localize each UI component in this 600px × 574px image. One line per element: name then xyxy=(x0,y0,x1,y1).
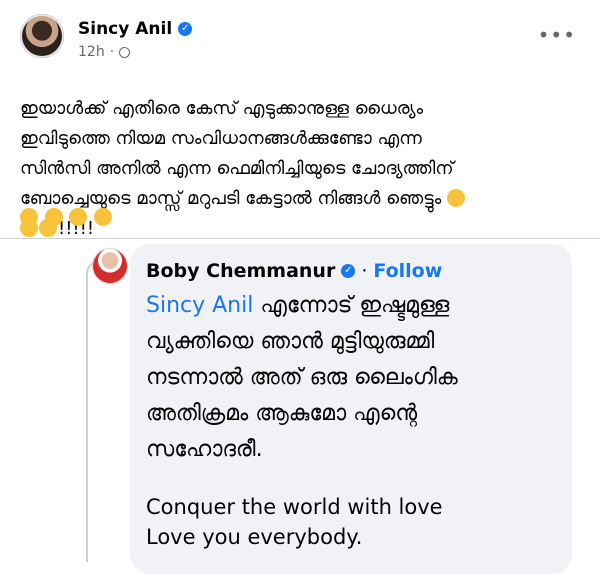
post-line: ഇവിടുത്തെ നിയമ സംവിധാനങ്ങൾക്കുണ്ടോ എന്ന xyxy=(20,128,422,149)
more-options-icon[interactable]: ••• xyxy=(538,25,576,45)
mention-link[interactable]: Sincy Anil xyxy=(146,293,253,318)
post-line: ബോച്ചെയുടെ മാസ്സ് മറുപടി കേട്ടാൽ നിങ്ങൾ … xyxy=(20,188,442,209)
embed-line: വ്യക്തിയെ ഞാൻ മുട്ടിയുരുമ്മി xyxy=(146,329,435,354)
post-line: സിൻസി അനിൽ എന്ന ഫെമിനിച്ചിയുടെ ചോദ്യത്തി… xyxy=(20,158,454,179)
verified-badge-icon: ✓ xyxy=(341,264,356,278)
embed-line: സഹോദരീ. xyxy=(146,437,263,462)
author-avatar[interactable] xyxy=(20,14,64,58)
embed-author-avatar[interactable] xyxy=(92,248,128,284)
relieved-emoji-icon xyxy=(69,208,88,226)
embed-line: നടന്നാൽ അത് ഒരു ലൈംഗിക xyxy=(146,365,458,390)
post-line: ഇയാൾക്ക് എതിരെ കേസ് എടുക്കാനുള്ള ധൈര്യം xyxy=(20,98,424,119)
follow-button[interactable]: Follow xyxy=(373,260,442,282)
verified-badge-icon: ✓ xyxy=(178,22,193,36)
globe-icon xyxy=(119,46,131,58)
thread-connector xyxy=(86,260,102,562)
flushed-emoji-icon xyxy=(447,189,466,207)
relieved-emoji-icon xyxy=(94,208,113,226)
post-time[interactable]: 12h xyxy=(78,44,105,60)
separator: · xyxy=(361,260,368,282)
relieved-emoji-icon xyxy=(44,208,63,226)
post-header: Sincy Anil ✓ 12h · ••• xyxy=(0,0,600,70)
embed-english-line: Love you everybody. xyxy=(146,525,363,549)
embed-english-line: Conquer the world with love xyxy=(146,495,443,519)
post-meta: 12h · xyxy=(78,44,131,60)
embed-header: Boby Chemmanur ✓ · Follow xyxy=(146,260,442,282)
author-row: Sincy Anil ✓ xyxy=(78,19,193,39)
embed-line: അതിക്രമം ആകുമോ എന്റെ xyxy=(146,401,418,426)
relieved-emoji-icon xyxy=(20,208,38,226)
embed-text: Sincy Anil എന്നോട് ഇഷ്ടമുള്ള വ്യക്തിയെ ഞ… xyxy=(146,288,556,468)
divider xyxy=(0,238,600,239)
embed-english-text: Conquer the world with love Love you eve… xyxy=(146,492,556,552)
emoji-row xyxy=(20,207,113,228)
embed-line: Sincy Anil എന്നോട് ഇഷ്ടമുള്ള xyxy=(146,293,450,318)
embed-author-name[interactable]: Boby Chemmanur xyxy=(146,260,335,282)
author-name[interactable]: Sincy Anil xyxy=(78,19,172,39)
